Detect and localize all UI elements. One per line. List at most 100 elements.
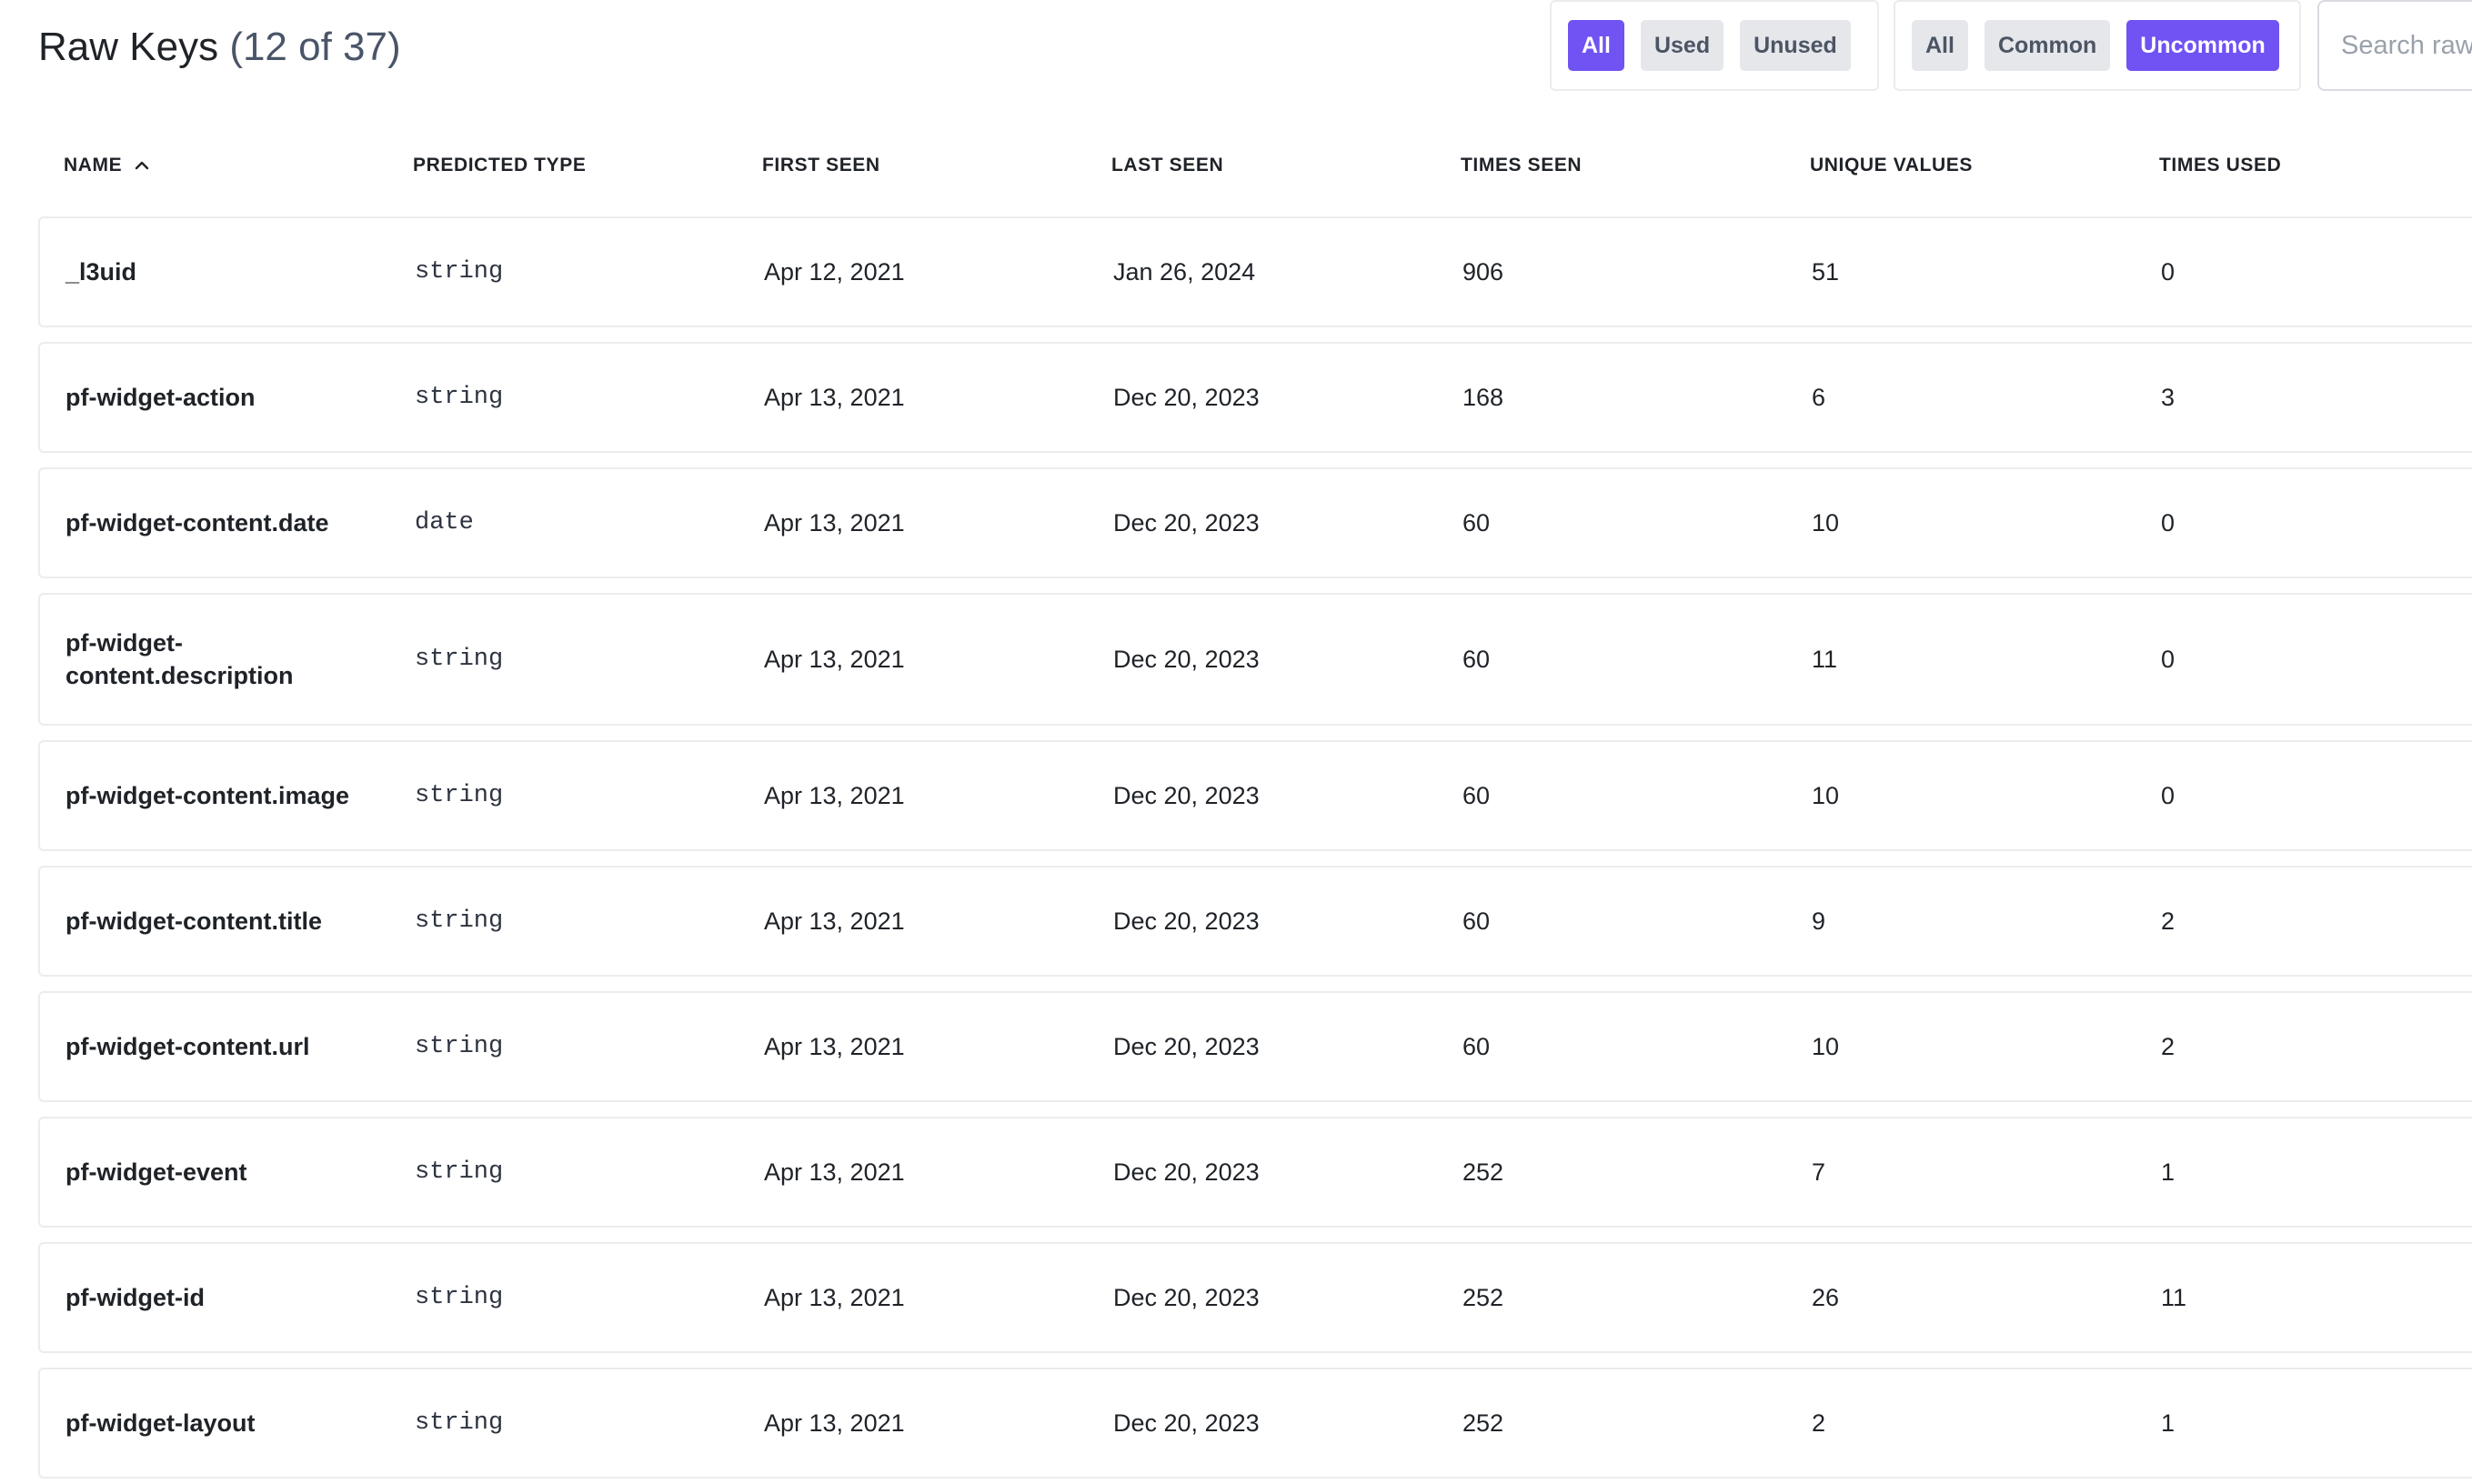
page-title-text: Raw Keys [38,25,219,69]
cell-times-used: 1 [2161,1409,2176,1437]
cell-times-used: 2 [2161,907,2176,935]
cell-first-seen: Apr 13, 2021 [764,907,905,935]
column-header-predicted-type[interactable]: PREDICTED TYPE [413,145,586,186]
cell-times-seen: 168 [1462,383,1504,411]
cell-times-used: 0 [2161,508,2176,536]
cell-times-seen: 252 [1462,1409,1504,1437]
cell-name: pf-widget-content.url [65,1033,310,1060]
raw-keys-table-body: _l3uid string Apr 12, 2021 Jan 26, 2024 … [38,216,2472,1484]
cell-times-seen: 60 [1462,907,1491,935]
table-row[interactable]: pf-widget-layout string Apr 13, 2021 Dec… [38,1368,2472,1479]
column-header-name[interactable]: NAME [64,145,151,186]
cell-times-seen: 60 [1462,645,1491,673]
cell-unique-values: 7 [1812,1158,1826,1186]
cell-name: pf-widget-layout [65,1409,256,1437]
cell-last-seen: Dec 20, 2023 [1113,1032,1260,1060]
cell-first-seen: Apr 13, 2021 [764,645,905,673]
cell-unique-values: 51 [1812,257,1840,286]
filter-usage-all-button[interactable]: All [1568,20,1624,71]
cell-first-seen: Apr 13, 2021 [764,781,905,809]
cell-last-seen: Dec 20, 2023 [1113,383,1260,411]
cell-last-seen: Dec 20, 2023 [1113,645,1260,673]
cell-times-used: 3 [2161,383,2176,411]
cell-first-seen: Apr 12, 2021 [764,257,905,286]
cell-last-seen: Dec 20, 2023 [1113,1409,1260,1437]
table-header: NAME PREDICTED TYPE FIRST SEEN LAST SEEN… [38,145,2472,186]
cell-times-seen: 252 [1462,1283,1504,1311]
table-row[interactable]: _l3uid string Apr 12, 2021 Jan 26, 2024 … [38,216,2472,327]
table-row[interactable]: pf-widget-content.image string Apr 13, 2… [38,740,2472,851]
cell-last-seen: Dec 20, 2023 [1113,1158,1260,1186]
table-row[interactable]: pf-widget-content.date date Apr 13, 2021… [38,467,2472,578]
cell-unique-values: 2 [1812,1409,1826,1437]
cell-first-seen: Apr 13, 2021 [764,508,905,536]
cell-predicted-type: string [415,1284,504,1311]
cell-times-used: 0 [2161,781,2176,809]
cell-name: pf-widget-id [65,1284,205,1311]
table-row[interactable]: pf-widget-content.url string Apr 13, 202… [38,991,2472,1102]
cell-unique-values: 11 [1812,645,1838,673]
cell-times-seen: 252 [1462,1158,1504,1186]
column-header-unique-values[interactable]: UNIQUE VALUES [1810,145,1973,186]
cell-times-seen: 906 [1462,257,1504,286]
cell-predicted-type: string [415,907,504,935]
cell-predicted-type: string [415,258,504,286]
cell-unique-values: 10 [1812,1032,1840,1060]
cell-name: _l3uid [65,258,137,286]
table-row[interactable]: pf-widget-content.description string Apr… [38,593,2472,726]
cell-first-seen: Apr 13, 2021 [764,383,905,411]
cell-predicted-type: string [415,384,504,411]
chevron-up-icon [133,156,151,175]
table-row[interactable]: pf-widget-id string Apr 13, 2021 Dec 20,… [38,1242,2472,1353]
cell-times-used: 0 [2161,645,2176,673]
filter-frequency-all-button[interactable]: All [1912,20,1968,71]
cell-name: pf-widget-content.description [65,629,294,689]
cell-last-seen: Dec 20, 2023 [1113,781,1260,809]
frequency-filter-group: All Common Uncommon [1894,0,2301,91]
cell-name: pf-widget-content.image [65,782,349,809]
cell-predicted-type: string [415,1033,504,1060]
column-header-label: NAME [64,155,123,175]
column-header-first-seen[interactable]: FIRST SEEN [762,145,880,186]
cell-times-used: 1 [2161,1158,2176,1186]
filter-frequency-uncommon-button[interactable]: Uncommon [2126,20,2279,71]
cell-predicted-type: string [415,646,504,673]
column-header-times-used[interactable]: TIMES USED [2159,145,2281,186]
cell-predicted-type: string [415,1409,504,1437]
cell-last-seen: Dec 20, 2023 [1113,1283,1260,1311]
cell-unique-values: 10 [1812,781,1840,809]
filter-usage-used-button[interactable]: Used [1640,20,1724,71]
cell-times-used: 0 [2161,257,2176,286]
table-row[interactable]: pf-widget-event string Apr 13, 2021 Dec … [38,1117,2472,1228]
cell-predicted-type: date [415,509,474,536]
raw-keys-page: Raw Keys (12 of 37) All Used Unused All … [0,0,2472,1484]
filter-usage-unused-button[interactable]: Unused [1740,20,1851,71]
cell-name: pf-widget-event [65,1158,247,1186]
column-header-times-seen[interactable]: TIMES SEEN [1461,145,1582,186]
usage-filter-group: All Used Unused [1550,0,1879,91]
column-header-last-seen[interactable]: LAST SEEN [1111,145,1223,186]
page-title-count: (12 of 37) [229,25,401,69]
cell-unique-values: 10 [1812,508,1840,536]
cell-name: pf-widget-action [65,384,256,411]
cell-times-used: 2 [2161,1032,2176,1060]
table-row[interactable]: pf-widget-content.title string Apr 13, 2… [38,866,2472,977]
table-row[interactable]: pf-widget-action string Apr 13, 2021 Dec… [38,342,2472,453]
cell-times-seen: 60 [1462,508,1491,536]
cell-unique-values: 26 [1812,1283,1840,1311]
cell-predicted-type: string [415,782,504,809]
cell-predicted-type: string [415,1158,504,1186]
cell-unique-values: 6 [1812,383,1826,411]
cell-name: pf-widget-content.date [65,509,329,536]
cell-last-seen: Dec 20, 2023 [1113,508,1260,536]
cell-first-seen: Apr 13, 2021 [764,1158,905,1186]
cell-unique-values: 9 [1812,907,1826,935]
cell-times-used: 11 [2161,1283,2187,1311]
cell-last-seen: Jan 26, 2024 [1113,257,1256,286]
filter-frequency-common-button[interactable]: Common [1984,20,2111,71]
page-title: Raw Keys (12 of 37) [38,20,401,75]
cell-last-seen: Dec 20, 2023 [1113,907,1260,935]
cell-times-seen: 60 [1462,781,1491,809]
search-input[interactable] [2317,0,2472,91]
cell-name: pf-widget-content.title [65,907,322,935]
